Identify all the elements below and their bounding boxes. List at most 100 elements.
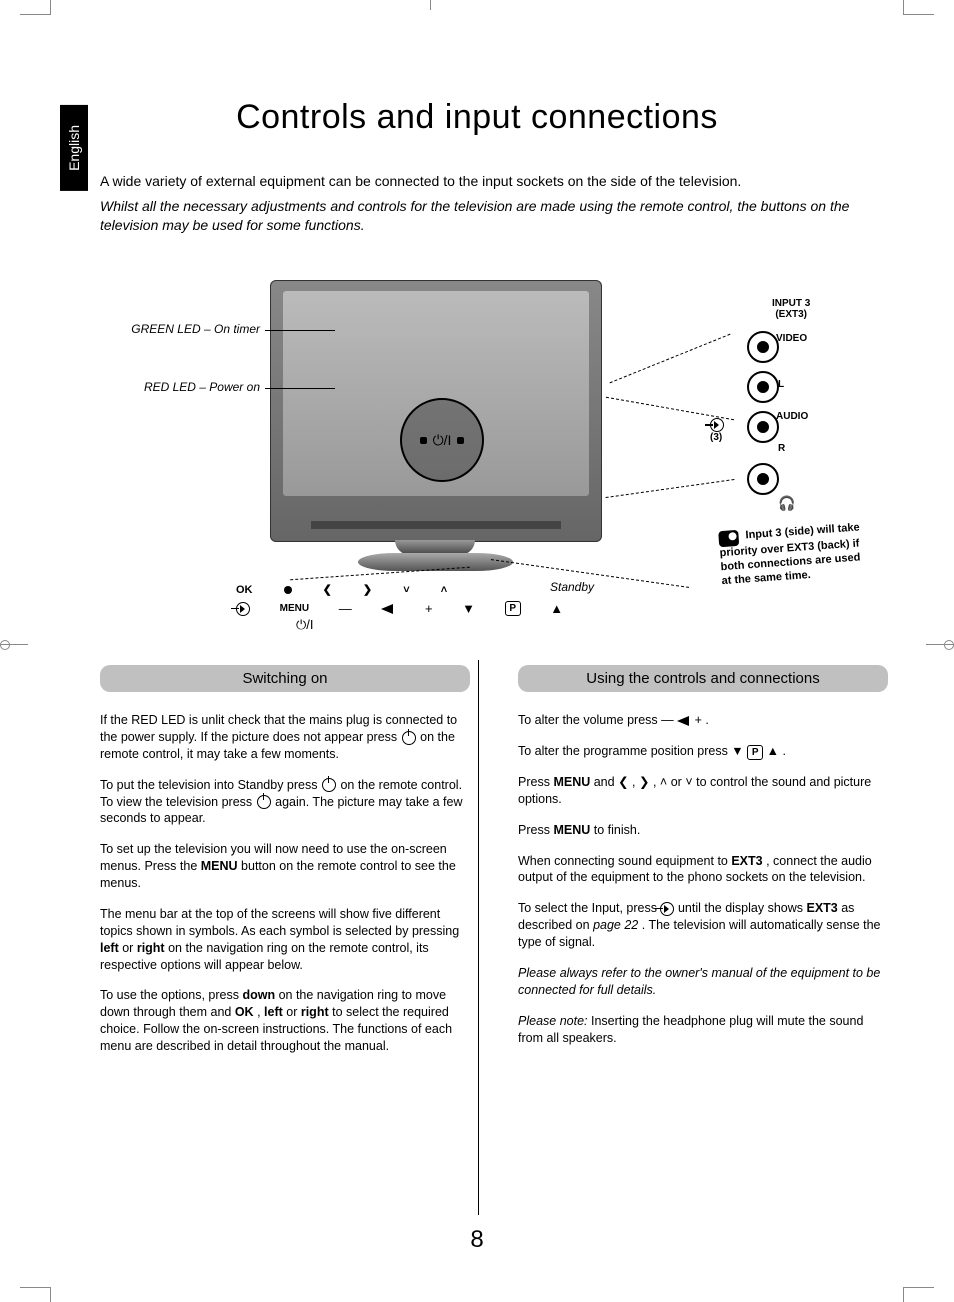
- text-bold: OK: [235, 1005, 254, 1019]
- text: or: [671, 775, 686, 789]
- crop-mark: [20, 1287, 50, 1288]
- paragraph: To set up the television you will now ne…: [100, 841, 470, 892]
- source-icon: [660, 902, 674, 916]
- crop-mark: [0, 640, 10, 650]
- paragraph: If the RED LED is unlit check that the m…: [100, 712, 470, 763]
- prog-down-icon: ▼: [462, 601, 475, 616]
- text: To alter the programme position press: [518, 744, 731, 758]
- text: and: [594, 775, 618, 789]
- text: or: [286, 1005, 301, 1019]
- text-bold: MENU: [201, 859, 238, 873]
- power-icon: ⏻/I: [433, 432, 452, 449]
- tv-diagram: ⏻/I GREEN LED – On timer RED LED – Power…: [100, 278, 900, 648]
- menu-label: MENU: [280, 603, 309, 614]
- power-icon: [322, 778, 336, 792]
- switching-on-heading: Switching on: [100, 665, 470, 692]
- volume-symbols: — +: [661, 713, 702, 727]
- left-column: Switching on If the RED LED is unlit che…: [100, 665, 470, 1069]
- zoom-led-panel: ⏻/I: [400, 398, 484, 482]
- content-columns: Switching on If the RED LED is unlit che…: [100, 665, 890, 1069]
- priority-note: Input 3 (side) will take priority over E…: [718, 521, 872, 589]
- arrow-down-icon: ▼: [731, 744, 743, 758]
- led-dot: [420, 437, 427, 444]
- paragraph: Press MENU to finish.: [518, 822, 888, 839]
- chevron-down-icon: ˅: [403, 584, 409, 596]
- standby-icon: ⏻/I: [296, 617, 314, 633]
- tv-control-bar: [311, 521, 561, 529]
- dashed-line: [606, 397, 734, 421]
- crop-mark: [50, 0, 51, 15]
- crop-mark: [944, 640, 954, 650]
- text: .: [705, 713, 708, 727]
- chevron-up-icon: ˄: [441, 584, 447, 596]
- text-bold: left: [264, 1005, 283, 1019]
- text: When connecting sound equipment to: [518, 854, 731, 868]
- crop-mark: [20, 14, 50, 15]
- paragraph: The menu bar at the top of the screens w…: [100, 906, 470, 974]
- text: To alter the volume press: [518, 713, 661, 727]
- paragraph: To put the television into Standby press…: [100, 777, 470, 828]
- text: To select the Input, press: [518, 901, 660, 915]
- text: to finish.: [594, 823, 641, 837]
- paragraph: To use the options, press down on the na…: [100, 987, 470, 1055]
- input3-header: INPUT 3 (EXT3): [772, 298, 810, 320]
- text: .: [783, 744, 786, 758]
- volume-icon: [381, 604, 395, 614]
- text: until the display shows: [678, 901, 807, 915]
- jack-headphone: [747, 463, 779, 495]
- paragraph: To alter the programme position press ▼ …: [518, 743, 888, 760]
- jack-r-label: R: [778, 443, 785, 454]
- text: To use the options, press: [100, 988, 242, 1002]
- power-icon: [402, 731, 416, 745]
- power-icon: [257, 795, 271, 809]
- arrow-up-icon: ▲: [767, 744, 779, 758]
- p-icon: P: [505, 601, 521, 616]
- jack-video-label: VIDEO: [776, 333, 807, 344]
- crop-mark: [50, 1287, 51, 1302]
- text-bold: EXT3: [806, 901, 837, 915]
- text-bold: MENU: [553, 775, 590, 789]
- text: To put the television into Standby press: [100, 778, 321, 792]
- text-italic: Please note:: [518, 1014, 588, 1028]
- note-icon: [718, 530, 739, 547]
- led-dot: [457, 437, 464, 444]
- volume-icon: [677, 716, 691, 726]
- paragraph: To select the Input, press until the dis…: [518, 900, 888, 951]
- chevron-left-icon: ❮: [323, 583, 332, 596]
- crop-mark: [904, 14, 934, 15]
- text-bold: left: [100, 941, 119, 955]
- crop-mark: [903, 1287, 904, 1302]
- intro-block: A wide variety of external equipment can…: [100, 172, 900, 235]
- jack-audio-l: [747, 371, 779, 403]
- headphone-icon: 🎧: [778, 495, 795, 512]
- src-num-text: (3): [710, 432, 722, 443]
- crop-mark: [0, 644, 28, 645]
- jack-audio-r: [747, 411, 779, 443]
- prog-up-icon: ▲: [550, 601, 563, 616]
- dot-icon: [284, 586, 292, 594]
- jack-l-label: L: [778, 379, 784, 390]
- chevron-up-icon: ˄: [660, 775, 667, 789]
- text-bold: right: [137, 941, 165, 955]
- chevron-left-icon: ❮: [618, 775, 628, 789]
- paragraph: When connecting sound equipment to EXT3 …: [518, 853, 888, 887]
- jack-audio-label: AUDIO: [776, 411, 808, 422]
- dashed-line: [610, 334, 731, 384]
- chevron-right-icon: ❯: [363, 583, 372, 596]
- vol-plus-icon: +: [425, 601, 433, 616]
- green-led-label: GREEN LED – On timer: [100, 322, 260, 336]
- crop-mark: [903, 0, 904, 15]
- red-led-label: RED LED – Power on: [100, 380, 260, 394]
- source-icon: [710, 418, 724, 432]
- text-bold: down: [242, 988, 275, 1002]
- crop-mark: [430, 0, 431, 10]
- vol-minus-icon: —: [339, 601, 352, 616]
- page-number: 8: [0, 1226, 954, 1254]
- text-bold: EXT3: [731, 854, 762, 868]
- input3-header-text: INPUT 3 (EXT3): [772, 298, 810, 320]
- paragraph: To alter the volume press — + .: [518, 712, 888, 729]
- text: Press: [518, 823, 553, 837]
- p-icon: P: [747, 745, 763, 760]
- page-title: Controls and input connections: [0, 98, 954, 137]
- chevron-right-icon: ❯: [639, 775, 649, 789]
